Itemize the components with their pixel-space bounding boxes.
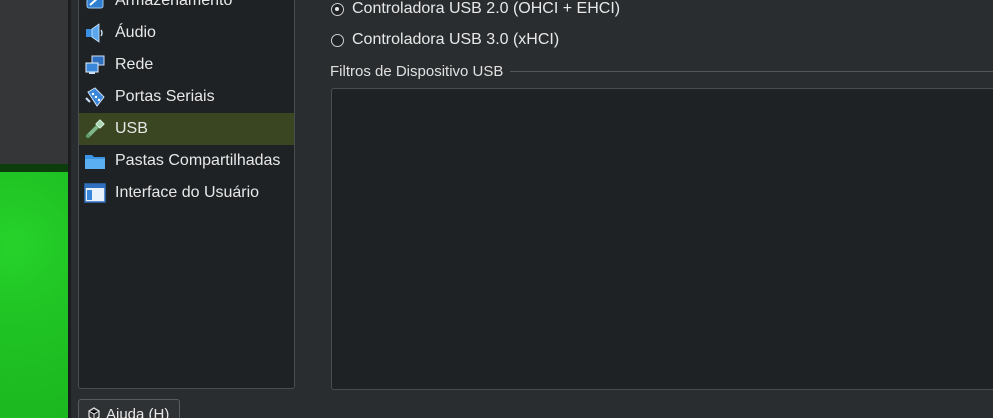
usb3-label: Controladora USB 3.0 (xHCI) <box>352 31 560 48</box>
sidebar-item-label: Rede <box>115 56 154 73</box>
sidebar-item-storage[interactable]: Armazenamento <box>79 0 294 17</box>
shared-folders-icon <box>84 150 106 172</box>
sidebar-item-label: Pastas Compartilhadas <box>115 152 281 169</box>
user-interface-icon <box>84 182 106 204</box>
sidebar-item-user-interface[interactable]: Interface do Usuário <box>79 177 294 209</box>
settings-sidebar: Armazenamento Áudio Rede Portas Seriais … <box>78 0 295 389</box>
usb-filters-list[interactable] <box>331 88 993 390</box>
storage-icon <box>84 0 106 12</box>
usb2-option[interactable]: Controladora USB 2.0 (OHCI + EHCI) <box>331 0 620 21</box>
sidebar-item-label: USB <box>115 120 148 137</box>
background-window <box>0 0 68 164</box>
sidebar-item-serial-ports[interactable]: Portas Seriais <box>79 81 294 113</box>
usb-filters-group: Filtros de Dispositivo USB <box>330 60 993 82</box>
sidebar-item-label: Portas Seriais <box>115 88 215 105</box>
screen: Armazenamento Áudio Rede Portas Seriais … <box>0 0 993 418</box>
sidebar-item-audio[interactable]: Áudio <box>79 17 294 49</box>
usb3-option[interactable]: Controladora USB 3.0 (xHCI) <box>331 28 559 52</box>
usb2-radio[interactable] <box>331 2 344 16</box>
sidebar-item-network[interactable]: Rede <box>79 49 294 81</box>
sidebar-item-shared-folders[interactable]: Pastas Compartilhadas <box>79 145 294 177</box>
desktop-wallpaper <box>0 172 68 418</box>
network-icon <box>84 54 106 76</box>
sidebar-item-usb[interactable]: USB <box>79 113 294 145</box>
sidebar-item-label: Interface do Usuário <box>115 184 260 201</box>
help-icon <box>87 407 101 418</box>
help-label: Ajuda (H) <box>106 405 170 418</box>
sidebar-item-label: Áudio <box>115 24 156 41</box>
usb2-label: Controladora USB 2.0 (OHCI + EHCI) <box>352 0 621 17</box>
usb3-radio[interactable] <box>331 33 344 47</box>
group-divider <box>510 70 993 72</box>
sidebar-item-label: Armazenamento <box>115 0 233 9</box>
usb-icon <box>84 118 106 140</box>
serial-ports-icon <box>84 86 106 108</box>
background-strip <box>0 164 68 172</box>
audio-icon <box>84 22 106 44</box>
settings-dialog: Armazenamento Áudio Rede Portas Seriais … <box>71 0 993 418</box>
usb-filters-title: Filtros de Dispositivo USB <box>330 62 504 80</box>
help-button[interactable]: Ajuda (H) <box>78 399 180 418</box>
